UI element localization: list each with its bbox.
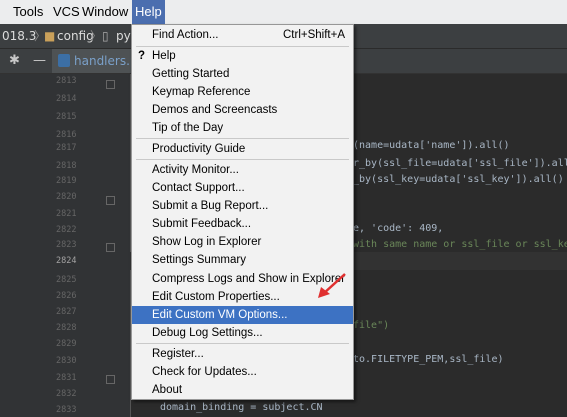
side-panel [0, 74, 50, 417]
menu-item-getting-started[interactable]: Getting Started [132, 65, 353, 83]
menu-item-label: Debug Log Settings... [152, 327, 263, 339]
code-line[interactable]: (name=udata['name']).all() [353, 140, 510, 151]
menu-item-label: Getting Started [152, 68, 230, 80]
menu-separator [136, 343, 349, 344]
file-icon: ▯ [102, 29, 109, 43]
line-number: 2826 [56, 291, 77, 301]
line-number: 2822 [56, 225, 77, 235]
line-number: 2819 [56, 176, 77, 186]
fold-icon[interactable] [106, 196, 115, 205]
menu-item-label: Keymap Reference [152, 86, 251, 98]
menu-item-label: Submit Feedback... [152, 218, 252, 230]
menu-item-label: Demos and Screencasts [152, 104, 278, 116]
line-number: 2828 [56, 323, 77, 333]
line-number: 2820 [56, 192, 77, 202]
menu-item-label: Activity Monitor... [152, 164, 239, 176]
menu-item-find-action[interactable]: Find Action... Ctrl+Shift+A [132, 26, 353, 44]
breadcrumb-file[interactable]: py [116, 24, 131, 48]
code-line[interactable]: file") [353, 320, 389, 331]
code-line[interactable]: to.FILETYPE_PEM,ssl_file) [353, 354, 504, 365]
code-line[interactable]: _by(ssl_key=udata['ssl_key']).all() [353, 174, 564, 185]
menu-item-label: Edit Custom VM Options... [152, 309, 288, 321]
line-number: 2832 [56, 389, 77, 399]
line-number: 2818 [56, 161, 77, 171]
menu-item-about[interactable]: About [132, 381, 353, 399]
menu-item-label: Productivity Guide [152, 143, 246, 155]
gear-icon[interactable]: ✱ [9, 49, 20, 73]
chevron-right-icon: 〉 [90, 29, 103, 43]
line-number: 2814 [56, 94, 77, 104]
menu-window[interactable]: Window [79, 0, 131, 24]
code-line[interactable]: with same name or ssl_file or ssl_key [353, 239, 567, 250]
menu-item-settings-summary[interactable]: Settings Summary [132, 251, 353, 269]
menu-item-help[interactable]: ? Help [132, 47, 353, 65]
line-number: 2829 [56, 339, 77, 349]
line-number: 2825 [56, 275, 77, 285]
menu-item-edit-custom-vm-options[interactable]: Edit Custom VM Options... [132, 306, 353, 324]
annotation-arrow-icon [318, 273, 346, 298]
menu-item-label: Settings Summary [152, 254, 246, 266]
line-number: 2821 [56, 209, 77, 219]
help-menu: Find Action... Ctrl+Shift+A ? Help Getti… [131, 24, 354, 400]
menu-item-productivity-guide[interactable]: Productivity Guide [132, 140, 353, 158]
line-number: 2830 [56, 356, 77, 366]
menu-separator [136, 159, 349, 160]
menu-item-tip-of-the-day[interactable]: Tip of the Day [132, 119, 353, 137]
menu-item-contact-support[interactable]: Contact Support... [132, 179, 353, 197]
menu-item-label: Register... [152, 348, 204, 360]
minimize-icon[interactable]: — [33, 49, 46, 73]
menu-item-submit-bug-report[interactable]: Submit a Bug Report... [132, 197, 353, 215]
menu-bar: Tools VCS Window Help [0, 0, 567, 24]
menu-separator [136, 138, 349, 139]
code-line[interactable]: r_by(ssl_file=udata['ssl_file']).all() [353, 158, 567, 169]
python-file-icon [58, 54, 70, 67]
menu-help[interactable]: Help [132, 0, 165, 24]
menu-item-label: Show Log in Explorer [152, 236, 262, 248]
line-number: 2815 [56, 112, 77, 122]
editor-tab[interactable]: handlers.py [52, 49, 145, 73]
menu-item-label: Find Action... [152, 29, 219, 41]
fold-icon[interactable] [106, 375, 115, 384]
line-number: 2831 [56, 373, 77, 383]
folder-icon: ■ [44, 29, 56, 43]
menu-item-label: Tip of the Day [152, 122, 224, 134]
line-number-current: 2824 [56, 256, 77, 266]
menu-item-label: About [152, 384, 183, 396]
menu-item-label: Help [152, 50, 176, 62]
menu-item-register[interactable]: Register... [132, 345, 353, 363]
code-line[interactable]: domain_binding = subject.CN [160, 402, 323, 413]
menu-item-debug-log-settings[interactable]: Debug Log Settings... [132, 324, 353, 342]
menu-item-check-for-updates[interactable]: Check for Updates... [132, 363, 353, 381]
fold-icon[interactable] [106, 243, 115, 252]
line-number: 2817 [56, 143, 77, 153]
menu-item-label: Edit Custom Properties... [152, 291, 280, 303]
line-number: 2816 [56, 130, 77, 140]
menu-item-show-log[interactable]: Show Log in Explorer [132, 233, 353, 251]
menu-item-submit-feedback[interactable]: Submit Feedback... [132, 215, 353, 233]
fold-icon[interactable] [106, 80, 115, 89]
line-number: 2833 [56, 405, 77, 415]
menu-item-label: Check for Updates... [152, 366, 257, 378]
line-number: 2823 [56, 240, 77, 250]
breadcrumb-folder[interactable]: config [57, 24, 94, 48]
shortcut-label: Ctrl+Shift+A [283, 29, 345, 41]
breadcrumb-version[interactable]: 018.3 [2, 24, 36, 48]
menu-item-keymap-reference[interactable]: Keymap Reference [132, 83, 353, 101]
question-icon: ? [138, 50, 146, 62]
menu-vcs[interactable]: VCS [50, 0, 83, 24]
line-number: 2813 [56, 76, 77, 86]
menu-tools[interactable]: Tools [10, 0, 46, 24]
line-number: 2827 [56, 307, 77, 317]
menu-item-demos[interactable]: Demos and Screencasts [132, 101, 353, 119]
menu-item-activity-monitor[interactable]: Activity Monitor... [132, 161, 353, 179]
code-line[interactable]: e, 'code': 409, [353, 223, 443, 234]
menu-item-label: Contact Support... [152, 182, 245, 194]
menu-item-label: Submit a Bug Report... [152, 200, 269, 212]
